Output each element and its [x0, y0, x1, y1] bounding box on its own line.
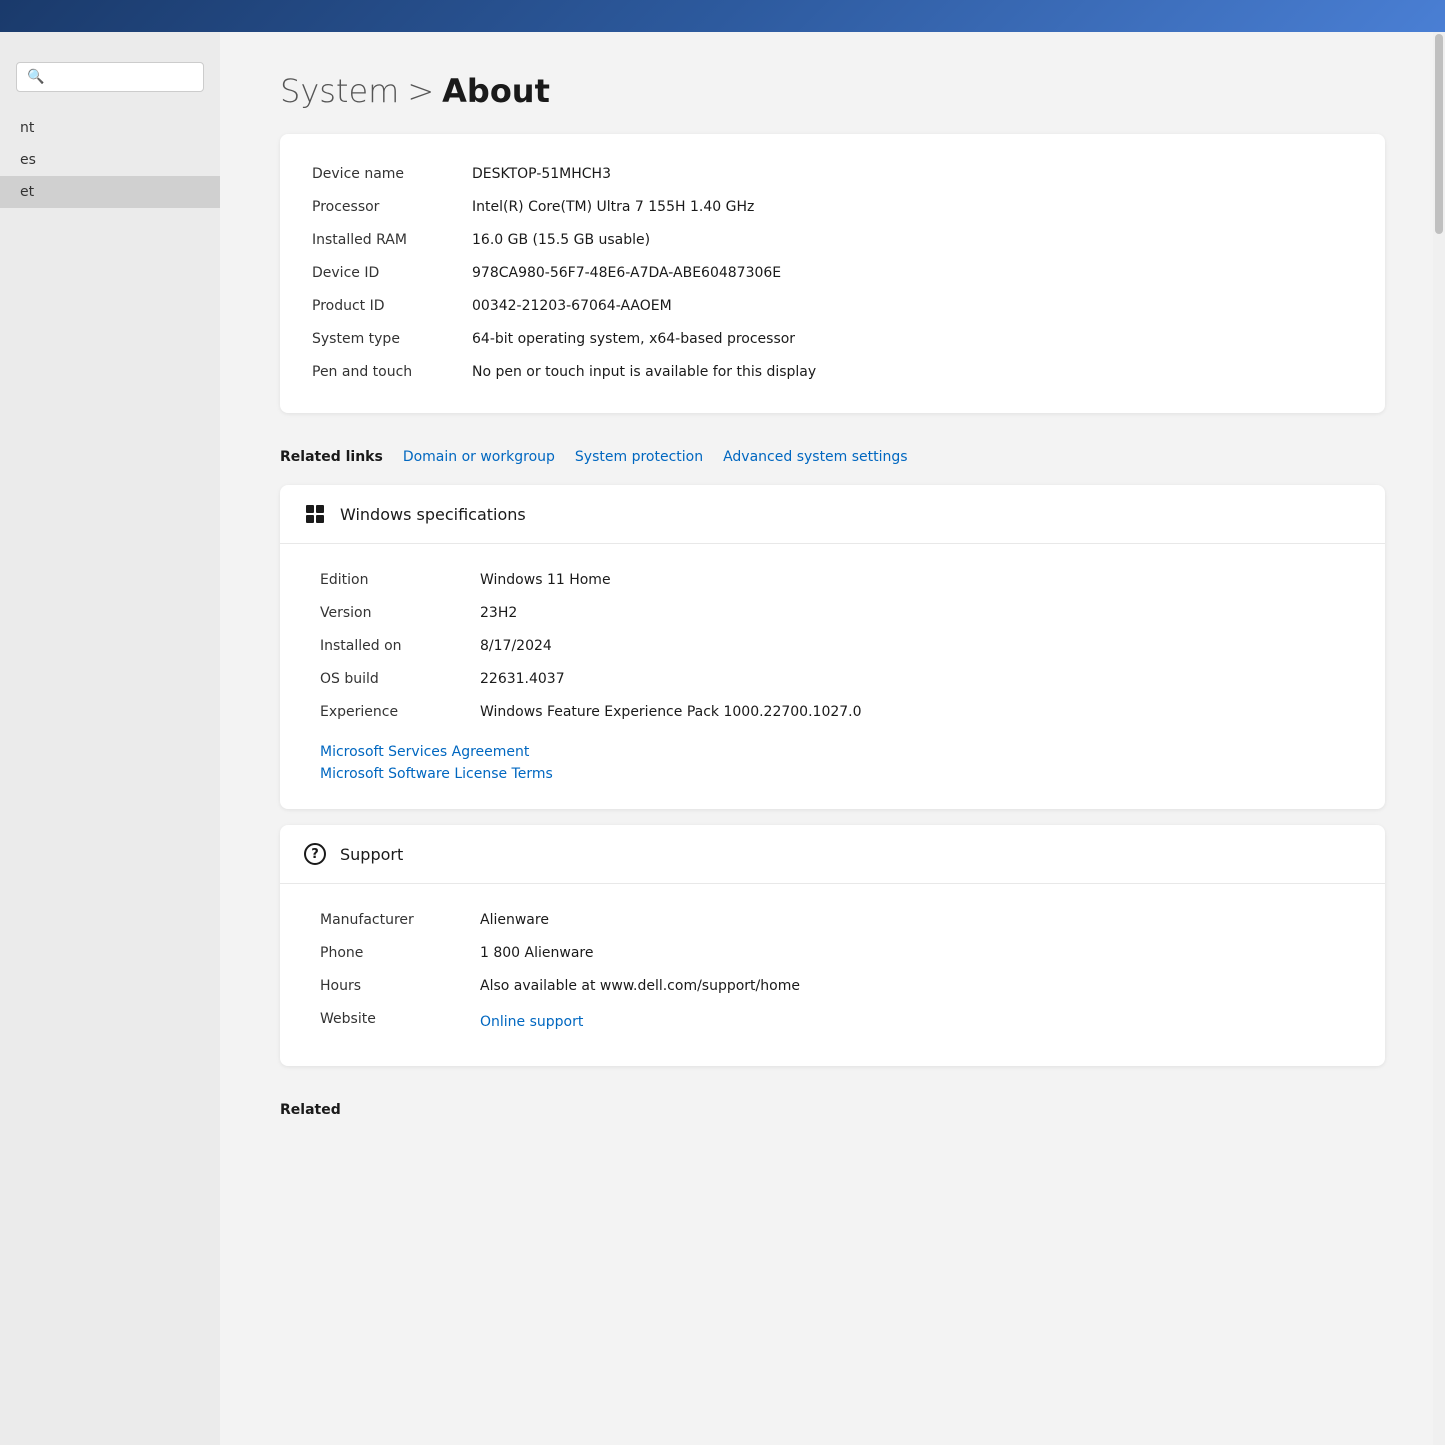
- processor-row: Processor Intel(R) Core(TM) Ultra 7 155H…: [312, 191, 1353, 224]
- processor-value: Intel(R) Core(TM) Ultra 7 155H 1.40 GHz: [472, 197, 1353, 218]
- phone-row: Phone 1 800 Alienware: [320, 937, 1345, 970]
- search-icon: 🔍: [27, 69, 44, 85]
- pen-touch-row: Pen and touch No pen or touch input is a…: [312, 356, 1353, 389]
- version-row: Version 23H2: [320, 597, 1345, 630]
- sidebar: 🔍 nt es et: [0, 32, 220, 1445]
- scrollbar-track[interactable]: [1433, 32, 1445, 1445]
- version-label: Version: [320, 603, 480, 624]
- installed-on-row: Installed on 8/17/2024: [320, 630, 1345, 663]
- website-label: Website: [320, 1009, 480, 1036]
- manufacturer-value: Alienware: [480, 910, 1345, 931]
- domain-workgroup-link[interactable]: Domain or workgroup: [395, 445, 563, 469]
- scrollbar-thumb[interactable]: [1435, 34, 1443, 234]
- website-row: Website Online support: [320, 1003, 1345, 1042]
- version-value: 23H2: [480, 603, 1345, 624]
- device-info-card: Device name DESKTOP-51MHCH3 Processor In…: [280, 134, 1385, 413]
- windows-specs-header: Windows specifications: [280, 485, 1385, 544]
- windows-links: Microsoft Services Agreement Microsoft S…: [320, 741, 1345, 785]
- system-protection-link[interactable]: System protection: [567, 445, 711, 469]
- ms-services-agreement-link[interactable]: Microsoft Services Agreement: [320, 741, 1345, 763]
- support-card: ? Support Manufacturer Alienware Phone 1…: [280, 825, 1385, 1066]
- phone-value: 1 800 Alienware: [480, 943, 1345, 964]
- experience-label: Experience: [320, 702, 480, 723]
- edition-value: Windows 11 Home: [480, 570, 1345, 591]
- related-footer: Related: [280, 1082, 1385, 1118]
- device-id-label: Device ID: [312, 263, 472, 284]
- support-header: ? Support: [280, 825, 1385, 884]
- os-build-row: OS build 22631.4037: [320, 663, 1345, 696]
- system-type-label: System type: [312, 329, 472, 350]
- edition-row: Edition Windows 11 Home: [320, 564, 1345, 597]
- installed-on-value: 8/17/2024: [480, 636, 1345, 657]
- hours-row: Hours Also available at www.dell.com/sup…: [320, 970, 1345, 1003]
- device-id-row: Device ID 978CA980-56F7-48E6-A7DA-ABE604…: [312, 257, 1353, 290]
- breadcrumb-separator: >: [407, 72, 434, 110]
- advanced-system-settings-link[interactable]: Advanced system settings: [715, 445, 916, 469]
- os-build-label: OS build: [320, 669, 480, 690]
- breadcrumb-section: System: [280, 72, 399, 110]
- support-icon: ?: [304, 843, 326, 865]
- installed-on-label: Installed on: [320, 636, 480, 657]
- manufacturer-label: Manufacturer: [320, 910, 480, 931]
- sidebar-item-es[interactable]: es: [0, 144, 220, 176]
- windows-specs-title: Windows specifications: [340, 505, 526, 524]
- main-content: System > About Device name DESKTOP-51MHC…: [220, 32, 1445, 1445]
- hours-label: Hours: [320, 976, 480, 997]
- sidebar-item-et[interactable]: et: [0, 176, 220, 208]
- windows-specs-body: Edition Windows 11 Home Version 23H2 Ins…: [280, 544, 1385, 809]
- edition-label: Edition: [320, 570, 480, 591]
- support-title: Support: [340, 845, 403, 864]
- related-links-bar: Related links Domain or workgroup System…: [280, 429, 1385, 485]
- ms-license-terms-link[interactable]: Microsoft Software License Terms: [320, 763, 1345, 785]
- sidebar-item-nt[interactable]: nt: [0, 112, 220, 144]
- phone-label: Phone: [320, 943, 480, 964]
- device-id-value: 978CA980-56F7-48E6-A7DA-ABE60487306E: [472, 263, 1353, 284]
- product-id-label: Product ID: [312, 296, 472, 317]
- page-title: System > About: [280, 72, 1385, 110]
- pen-touch-value: No pen or touch input is available for t…: [472, 362, 1353, 383]
- os-build-value: 22631.4037: [480, 669, 1345, 690]
- experience-row: Experience Windows Feature Experience Pa…: [320, 696, 1345, 729]
- manufacturer-row: Manufacturer Alienware: [320, 904, 1345, 937]
- system-type-row: System type 64-bit operating system, x64…: [312, 323, 1353, 356]
- search-box[interactable]: 🔍: [16, 62, 204, 92]
- related-links-label: Related links: [280, 449, 383, 465]
- windows-specs-card: Windows specifications Edition Windows 1…: [280, 485, 1385, 809]
- processor-label: Processor: [312, 197, 472, 218]
- hours-value: Also available at www.dell.com/support/h…: [480, 976, 1345, 997]
- product-id-value: 00342-21203-67064-AAOEM: [472, 296, 1353, 317]
- breadcrumb-current: About: [442, 72, 550, 110]
- device-name-value: DESKTOP-51MHCH3: [472, 164, 1353, 185]
- pen-touch-label: Pen and touch: [312, 362, 472, 383]
- online-support-link[interactable]: Online support: [480, 1009, 583, 1036]
- installed-ram-value: 16.0 GB (15.5 GB usable): [472, 230, 1353, 251]
- installed-ram-row: Installed RAM 16.0 GB (15.5 GB usable): [312, 224, 1353, 257]
- system-type-value: 64-bit operating system, x64-based proce…: [472, 329, 1353, 350]
- top-bar: [0, 0, 1445, 32]
- device-name-label: Device name: [312, 164, 472, 185]
- installed-ram-label: Installed RAM: [312, 230, 472, 251]
- windows-logo-icon: [304, 503, 326, 525]
- experience-value: Windows Feature Experience Pack 1000.227…: [480, 702, 1345, 723]
- device-name-row: Device name DESKTOP-51MHCH3: [312, 158, 1353, 191]
- product-id-row: Product ID 00342-21203-67064-AAOEM: [312, 290, 1353, 323]
- support-body: Manufacturer Alienware Phone 1 800 Alien…: [280, 884, 1385, 1066]
